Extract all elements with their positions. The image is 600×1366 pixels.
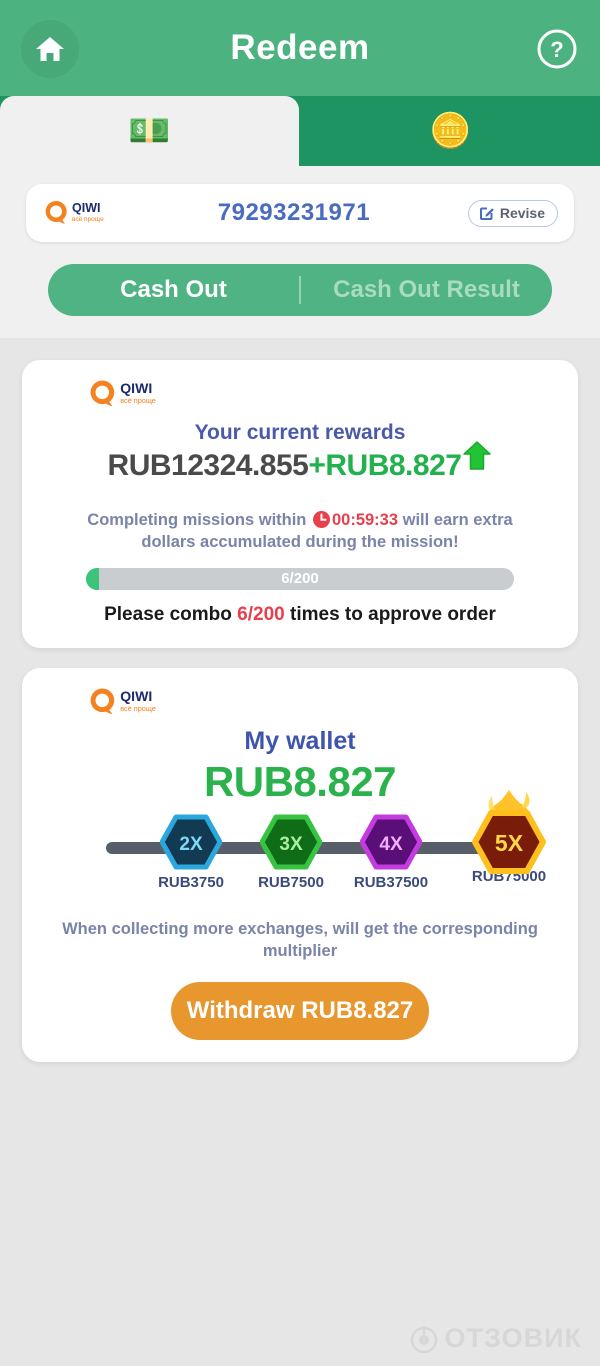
withdraw-button[interactable]: Withdraw RUB8.827 [171,982,429,1041]
home-icon [36,37,64,61]
tier-3x[interactable]: 3X RUB7500 [245,814,337,891]
combo-instruction: Please combo 6/200 times to approve orde… [38,604,562,626]
segment-divider [299,276,301,304]
tier-5x[interactable]: 5X RUB75000 [463,789,555,885]
rewards-amount-row: RUB12324.855 +RUB8.827 [38,440,562,483]
svg-text:всё проще: всё проще [120,704,156,713]
up-arrow-icon [462,440,492,477]
account-panel: QIWI всё проще 79293231971 Revise Cash O… [0,166,600,338]
combo-value: 6/200 [237,603,285,625]
cash-out-segmented-control: Cash Out Cash Out Result [48,264,552,316]
qiwi-logo-icon: QIWI всё проще [45,200,104,224]
watermark: ОТЗОВИК [409,1323,582,1354]
watermark-text: ОТЗОВИК [444,1323,582,1353]
account-phone-number: 79293231971 [217,199,371,226]
tier-badge: 4X [345,814,437,870]
revise-button[interactable]: Revise [467,199,558,227]
progress-label: 6/200 [281,570,319,588]
qiwi-logo-wallet: QIWI всё проще [86,684,562,725]
tab-bar: 💵 🪙 [0,96,600,166]
mission-progress-bar: 6/200 [86,567,514,590]
qiwi-logo-icon: QIWI всё проще [90,687,156,714]
qiwi-logo: QIWI всё проще [42,197,120,229]
tier-multiplier-text: 5X [495,830,524,856]
tier-amount-label: RUB7500 [258,873,324,891]
tier-4x[interactable]: 4X RUB37500 [345,814,437,891]
tier-2x[interactable]: 2X RUB3750 [145,814,237,891]
rewards-base-amount: RUB12324.855 [107,449,309,482]
tab-cash[interactable]: 💵 [0,96,299,166]
tier-badge: 2X [145,814,237,870]
qiwi-logo-icon: QIWI всё проще [90,380,156,407]
multiplier-note: When collecting more exchanges, will get… [62,919,538,960]
target-circle-icon [410,1325,437,1353]
svg-text:?: ? [550,37,563,62]
rewards-bonus-amount: +RUB8.827 [308,449,462,482]
svg-text:QIWI: QIWI [72,201,100,215]
qiwi-logo-rewards: QIWI всё проще [86,376,562,417]
mission-prefix: Completing missions within [87,511,311,529]
page-title: Redeem [230,28,370,67]
segment-cash-out[interactable]: Cash Out [48,276,299,304]
tab-coin[interactable]: 🪙 [301,96,600,166]
rewards-card: QIWI всё проще Your current rewards RUB1… [22,360,578,648]
question-circle-icon: ? [537,29,577,69]
tier-badge: 3X [245,814,337,870]
svg-text:QIWI: QIWI [120,687,152,703]
mission-timer-value: 00:59:33 [331,511,399,529]
combo-prefix: Please combo [104,603,238,625]
tier-amount-label: RUB3750 [158,873,224,891]
account-card: QIWI всё проще 79293231971 Revise [26,184,574,242]
svg-text:всё проще: всё проще [120,396,156,405]
segment-cash-out-result[interactable]: Cash Out Result [301,276,552,304]
home-button[interactable] [21,20,79,78]
tier-multiplier-text: 2X [179,834,203,855]
help-button[interactable]: ? [536,28,578,70]
combo-suffix: times to approve order [284,603,496,625]
tier-amount-label: RUB37500 [353,873,429,891]
redeem-screen: Redeem ? 💵 🪙 QIWI всё проще 79293231971 … [0,0,600,1366]
svg-text:QIWI: QIWI [120,380,152,396]
tier-multiplier-text: 3X [279,834,303,855]
multiplier-ladder: 2X RUB3750 3X RUB7500 4X RUB37500 5X RUB… [50,789,550,910]
tier-multiplier-text: 4X [379,834,403,855]
tier-badge: 5X [463,789,555,874]
clock-icon [312,511,330,528]
coin-icon: 🪙 [429,112,472,150]
wallet-card: QIWI всё проще My wallet RUB8.827 2X RUB… [22,667,578,1063]
mission-timer-text: Completing missions within 00:59:33 will… [58,509,542,554]
revise-label: Revise [499,205,545,221]
svg-text:всё проще: всё проще [72,216,104,223]
money-bills-icon: 💵 [128,112,171,150]
edit-square-icon [479,207,494,220]
app-header: Redeem ? [0,0,600,96]
wallet-title: My wallet [244,726,356,755]
